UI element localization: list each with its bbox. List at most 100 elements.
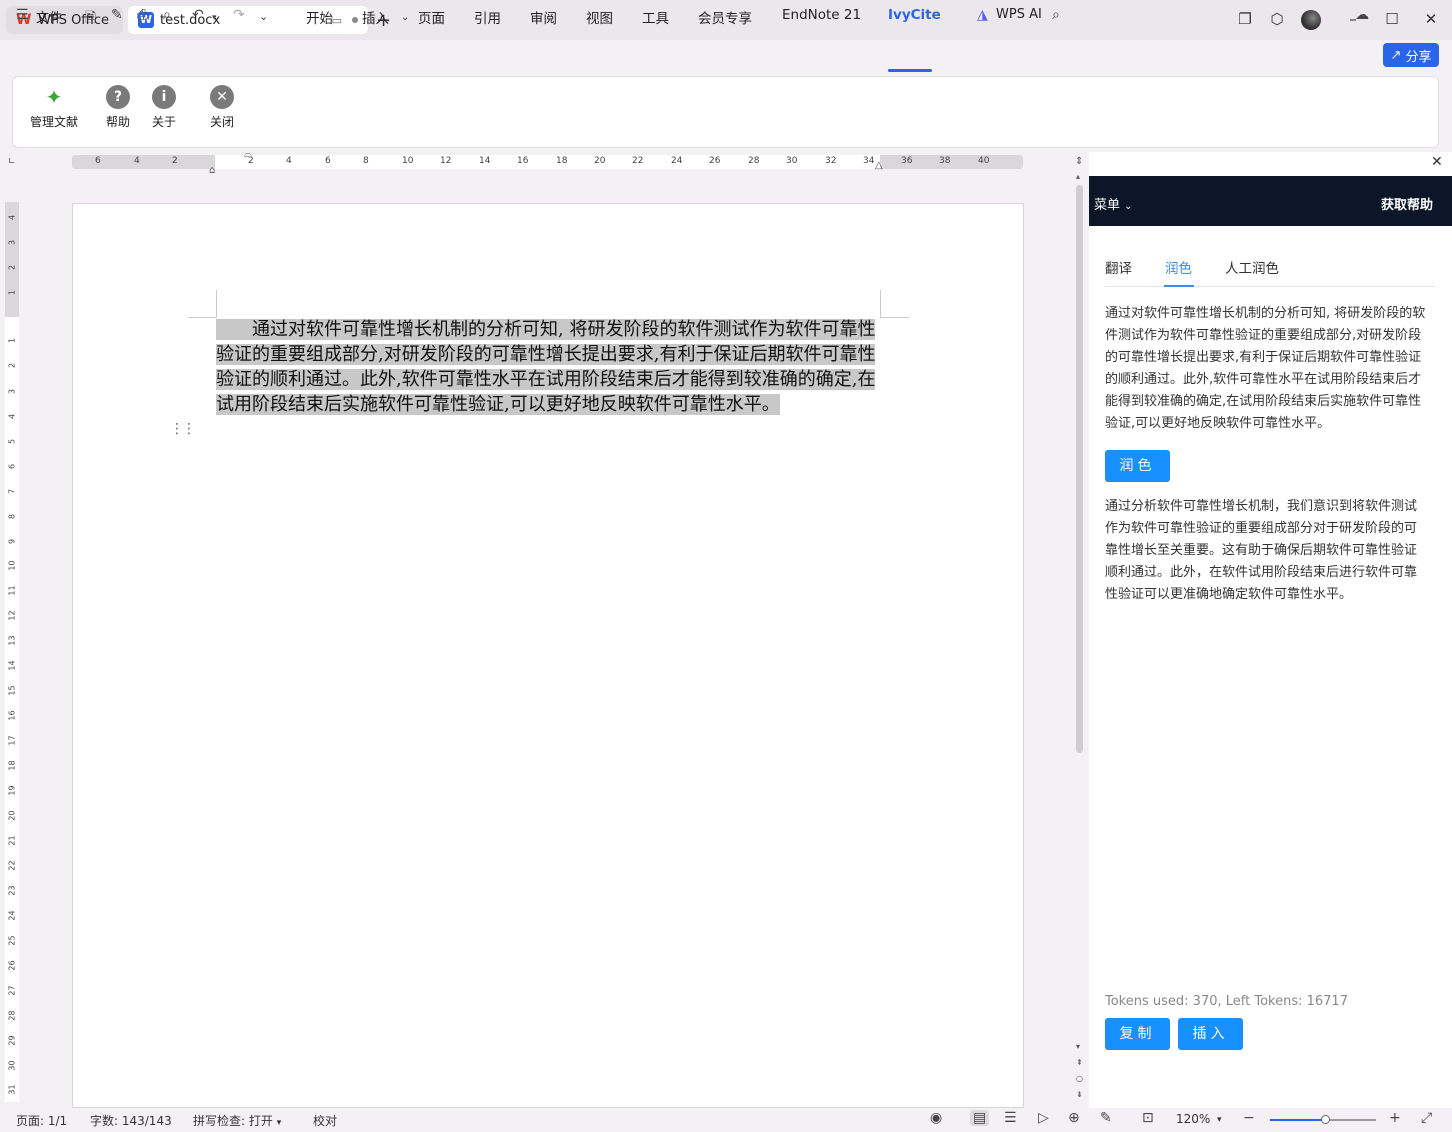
ruler-label: 2 xyxy=(7,264,17,271)
web-view-icon[interactable]: ⊕ xyxy=(1068,1110,1080,1126)
spell-check-toggle[interactable]: 拼写检查: 打开 ▾ xyxy=(193,1112,281,1129)
undo-icon[interactable]: ↶ xyxy=(192,7,204,23)
file-menu[interactable]: 文件 xyxy=(36,7,62,26)
selected-text[interactable]: 通过对软件可靠性增长机制的分析可知, 将研发阶段的软件测试作为软件可靠性验证的重… xyxy=(216,319,876,415)
share-button[interactable]: ↗ 分享 xyxy=(1383,43,1439,67)
share-icon: ↗ xyxy=(1390,47,1402,63)
avatar[interactable] xyxy=(1301,10,1321,30)
menu-tools[interactable]: 工具 xyxy=(642,7,669,27)
get-help-link[interactable]: 获取帮助 xyxy=(1381,194,1433,213)
scroll-down-icon[interactable]: ▾ xyxy=(1076,1042,1080,1051)
ruler-label: 6 xyxy=(7,463,17,470)
select-browse-object-icon[interactable]: ○ xyxy=(1076,1074,1083,1083)
menu-member[interactable]: 会员专享 xyxy=(698,7,752,27)
more-chevron-icon[interactable]: ⌄ xyxy=(259,10,268,23)
ruler-label: 28 xyxy=(7,1010,17,1021)
paragraph-drag-handle-icon[interactable]: ⋮⋮ xyxy=(170,421,196,437)
word-count[interactable]: 字数: 143/143 xyxy=(90,1112,172,1129)
insert-button[interactable]: 插入 xyxy=(1178,1018,1243,1050)
ruler-label: 1 xyxy=(7,337,17,344)
menu-wps-ai[interactable]: WPS AI xyxy=(996,7,1042,22)
ruler-label: 24 xyxy=(671,156,683,166)
menu-ivycite[interactable]: IvyCite xyxy=(888,7,941,23)
chevron-down-icon: ▾ xyxy=(276,1118,282,1128)
chevron-down-icon[interactable]: ⌄ xyxy=(401,12,409,23)
pane-tab-human-polish[interactable]: 人工润色 xyxy=(1225,257,1279,277)
play-icon[interactable]: ▷ xyxy=(1038,1110,1049,1126)
monitor-icon[interactable]: ▭ xyxy=(332,14,342,27)
eye-protection-icon[interactable]: ◉ xyxy=(930,1110,942,1126)
menu-view[interactable]: 视图 xyxy=(586,7,613,27)
pane-tab-translate[interactable]: 翻译 xyxy=(1105,257,1132,277)
ruler-label: 20 xyxy=(7,810,17,821)
next-page-icon[interactable]: ⇟ xyxy=(1076,1090,1083,1099)
wps-ai-icon[interactable]: ◮ xyxy=(977,7,988,23)
ruler-label: 34 xyxy=(863,156,875,166)
about-button[interactable]: i 关于 xyxy=(134,85,194,130)
zoom-in-icon[interactable]: + xyxy=(1389,1110,1401,1126)
save-icon[interactable]: 🗎 xyxy=(85,7,96,31)
margin-corner-top-left xyxy=(188,290,217,318)
left-indent-marker[interactable]: ⌂ xyxy=(209,165,215,176)
menu-references[interactable]: 引用 xyxy=(474,7,501,27)
polish-button[interactable]: 润色 xyxy=(1105,450,1170,482)
zoom-slider-handle[interactable] xyxy=(1321,1115,1330,1124)
ruler-label: 32 xyxy=(825,156,837,166)
page-indicator[interactable]: 页面: 1/1 xyxy=(16,1112,67,1129)
ruler-label: 8 xyxy=(7,513,17,520)
ruler-toggle-icon[interactable]: ⇕ xyxy=(1075,156,1083,167)
tab-list-icon[interactable]: ❐ xyxy=(1235,10,1255,28)
ruler-label: 13 xyxy=(7,635,17,646)
ruler-label: 4 xyxy=(7,214,17,221)
ruler-label: 40 xyxy=(978,156,990,166)
ruler-label: 12 xyxy=(7,610,17,621)
ruler-label: 26 xyxy=(709,156,721,166)
ruler-label: 26 xyxy=(7,960,17,971)
maximize-icon[interactable]: ☐ xyxy=(1382,10,1402,28)
cube-icon[interactable]: ⬡ xyxy=(1267,10,1287,28)
manage-references-button[interactable]: ✦ 管理文献 xyxy=(24,85,84,130)
menu-page[interactable]: 页面 xyxy=(418,7,445,27)
ruler-label: 10 xyxy=(7,560,17,571)
scroll-up-icon[interactable]: ▴ xyxy=(1076,172,1080,181)
close-plugin-button[interactable]: ✕ 关闭 xyxy=(192,85,252,130)
search-icon[interactable]: ⌕ xyxy=(1052,7,1060,23)
ruler-label: 12 xyxy=(440,156,452,166)
close-window-icon[interactable]: ✕ xyxy=(1421,10,1441,28)
redo-icon[interactable]: ↷ xyxy=(233,7,245,23)
proofread-button[interactable]: 校对 xyxy=(313,1112,337,1129)
format-painter-icon[interactable]: ✎ xyxy=(111,7,123,23)
right-indent-marker[interactable]: △ xyxy=(875,160,883,171)
fit-page-icon[interactable]: ⊡ xyxy=(1142,1110,1154,1126)
print-icon[interactable]: ⎙ xyxy=(137,7,148,23)
page-view-icon[interactable]: ▤ xyxy=(970,1110,990,1126)
print-preview-icon[interactable]: ⌕ xyxy=(163,7,171,23)
pane-tab-polish[interactable]: 润色 xyxy=(1165,257,1192,277)
menu-home[interactable]: 开始 xyxy=(306,7,333,27)
fullscreen-icon[interactable]: ⤢ xyxy=(1421,1110,1432,1126)
first-line-indent-marker[interactable]: ⌓ xyxy=(244,149,252,160)
pane-menu-dropdown[interactable]: 菜单 ⌄ xyxy=(1094,194,1133,213)
document-paragraph[interactable]: 通过对软件可靠性增长机制的分析可知, 将研发阶段的软件测试作为软件可靠性验证的重… xyxy=(216,317,879,417)
token-usage: Tokens used: 370, Left Tokens: 16717 xyxy=(1105,994,1348,1009)
undo-dropdown-icon[interactable]: ▾ xyxy=(212,13,217,23)
outline-view-icon[interactable]: ☰ xyxy=(1004,1110,1017,1126)
close-pane-icon[interactable]: ✕ xyxy=(1431,154,1443,170)
prev-page-icon[interactable]: ⇞ xyxy=(1076,1058,1083,1067)
tab-divider xyxy=(1105,286,1435,287)
zoom-out-icon[interactable]: − xyxy=(1243,1110,1255,1126)
pen-icon[interactable]: ✎ xyxy=(1100,1110,1112,1126)
menu-insert[interactable]: 插入 xyxy=(362,7,389,27)
zoom-level[interactable]: 120% xyxy=(1176,1112,1210,1126)
menu-review[interactable]: 审阅 xyxy=(530,7,557,27)
menu-endnote[interactable]: EndNote 21 xyxy=(782,7,861,23)
polished-result-text: 通过分析软件可靠性增长机制，我们意识到将软件测试作为软件可靠性验证的重要组成部分… xyxy=(1105,499,1418,602)
scrollbar-thumb[interactable] xyxy=(1076,185,1083,753)
ruler-label: 28 xyxy=(748,156,760,166)
hamburger-icon[interactable]: ☰ xyxy=(16,7,29,23)
ruler-label: 27 xyxy=(7,985,17,996)
copy-button[interactable]: 复制 xyxy=(1105,1018,1170,1050)
cloud-sync-icon[interactable]: ☁ xyxy=(1355,7,1369,23)
ruler-corner-icon[interactable]: ∟ xyxy=(8,157,16,167)
zoom-dropdown-icon[interactable]: ▾ xyxy=(1217,1115,1222,1125)
